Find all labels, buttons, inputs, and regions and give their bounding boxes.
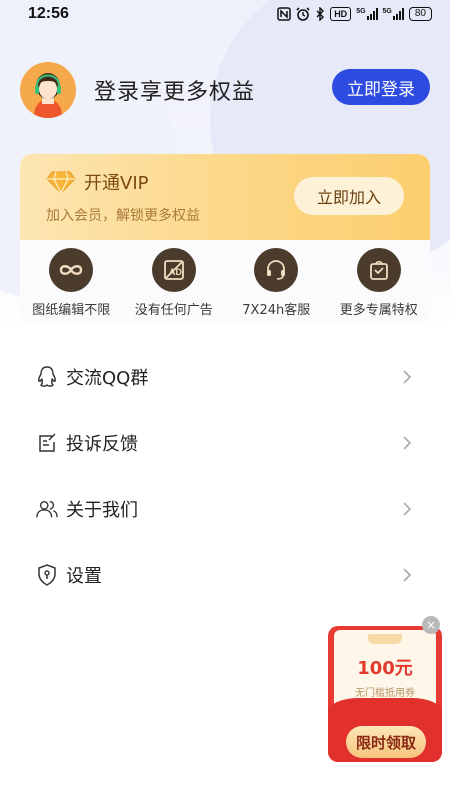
vip-title-row: 开通VIP (46, 169, 148, 195)
avatar[interactable] (20, 62, 76, 118)
coupon-description: 无门槛抵用券 (355, 688, 415, 699)
nfc-icon (277, 7, 291, 21)
perk-label: 没有任何广告 (134, 303, 213, 318)
settings-menu: 交流QQ群 投诉反馈 关于我们 设置 (0, 344, 450, 608)
network-type: 5G (382, 8, 392, 15)
menu-label: 关于我们 (66, 500, 138, 521)
claim-coupon-button[interactable]: 限时领取 (346, 726, 426, 758)
alarm-icon (296, 7, 310, 21)
coupon-amount: 100元 (357, 658, 413, 679)
vip-perks: 图纸编辑不限 AD 没有任何广告 7X24h客服 更多专属特权 (20, 240, 430, 318)
vip-card: 开通VIP 加入会员，解锁更多权益 立即加入 图纸编辑不限 AD 没有任何广告 … (20, 154, 430, 324)
menu-label: 交流QQ群 (66, 368, 149, 389)
chevron-right-icon (403, 370, 412, 384)
signal-icon: 5G (383, 8, 404, 20)
perk-label: 更多专属特权 (339, 303, 418, 318)
menu-item-qq-group[interactable]: 交流QQ群 (0, 344, 450, 410)
status-bar: 12:56 HD 5G 5G 80 (0, 0, 450, 28)
chevron-right-icon (403, 568, 412, 582)
menu-label: 投诉反馈 (66, 434, 138, 455)
perk-label: 7X24h客服 (242, 303, 311, 318)
perk-label: 图纸编辑不限 (32, 303, 111, 318)
menu-item-settings[interactable]: 设置 (0, 542, 450, 608)
signal-icon: 5G (356, 8, 378, 20)
headset-icon (254, 248, 299, 292)
perk-unlimited-edit[interactable]: 图纸编辑不限 (21, 248, 121, 318)
menu-label: 设置 (66, 566, 102, 587)
perk-more-privileges[interactable]: 更多专属特权 (329, 248, 429, 318)
bluetooth-icon (316, 7, 325, 21)
menu-item-feedback[interactable]: 投诉反馈 (0, 410, 450, 476)
login-prompt[interactable]: 登录享更多权益 (94, 74, 332, 106)
avatar-person-icon (34, 73, 62, 118)
battery-icon: 80 (408, 7, 432, 21)
vip-banner[interactable]: 开通VIP 加入会员，解锁更多权益 立即加入 (20, 154, 430, 240)
network-type: 5G (356, 8, 366, 15)
feedback-icon (36, 432, 58, 454)
infinity-icon (49, 248, 94, 292)
hd-icon: HD (330, 7, 352, 21)
perk-no-ads[interactable]: AD 没有任何广告 (124, 248, 224, 318)
vip-title: 开通VIP (84, 173, 149, 194)
qq-icon (36, 366, 58, 388)
coupon-body[interactable]: 100元 无门槛抵用券 限时领取 (328, 626, 442, 762)
close-icon[interactable]: × (422, 616, 440, 634)
status-time: 12:56 (28, 5, 69, 22)
user-header: 登录享更多权益 立即登录 (20, 62, 430, 118)
vip-join-button[interactable]: 立即加入 (294, 177, 404, 215)
status-icons: HD 5G 5G 80 (277, 7, 432, 21)
login-button[interactable]: 立即登录 (332, 69, 430, 105)
gift-bag-icon (356, 248, 401, 292)
chevron-right-icon (403, 502, 412, 516)
perk-customer-service[interactable]: 7X24h客服 (226, 248, 326, 318)
no-ad-icon: AD (151, 248, 196, 292)
users-icon (36, 498, 58, 520)
shield-icon (36, 564, 58, 586)
vip-subtitle: 加入会员，解锁更多权益 (46, 208, 200, 224)
chevron-right-icon (403, 436, 412, 450)
coupon-tab (368, 634, 402, 644)
diamond-icon (46, 171, 76, 194)
menu-item-about-us[interactable]: 关于我们 (0, 476, 450, 542)
coupon-widget[interactable]: 100元 无门槛抵用券 限时领取 × (328, 616, 444, 762)
